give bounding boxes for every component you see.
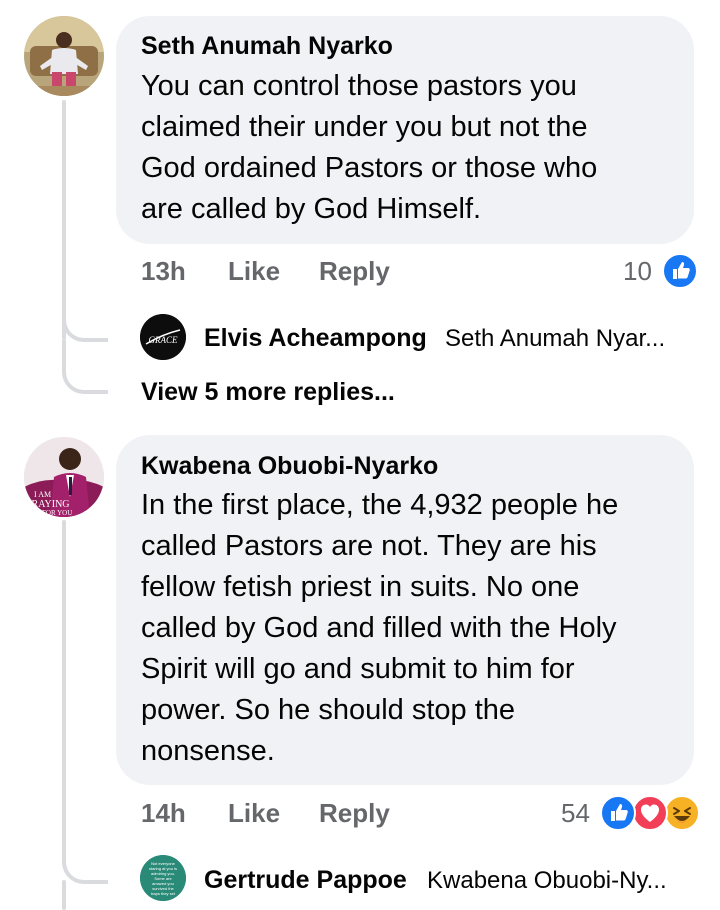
reply-avatar[interactable]: GRACE	[140, 314, 186, 360]
reply-button[interactable]: Reply	[319, 798, 390, 829]
thread-line-2-cont	[62, 880, 66, 910]
thread-elbow-1a	[62, 300, 108, 342]
like-button[interactable]: Like	[228, 256, 280, 287]
comment-line: nonsense.	[141, 735, 275, 767]
reply-snippet[interactable]: Seth Anumah Nyar...	[445, 325, 665, 353]
comment-text: In the first place, the 4,932 people he …	[141, 485, 686, 772]
comment-line: called by God and filled with the Holy	[141, 612, 617, 644]
comment-line: fellow fetish priest in suits. No one	[141, 571, 580, 603]
view-more-replies-link[interactable]: View 5 more replies...	[141, 378, 395, 407]
love-icon[interactable]	[632, 795, 668, 831]
grace-logo-text: GRACE	[149, 335, 178, 345]
comment-timestamp[interactable]: 14h	[141, 798, 186, 829]
thread-line-2	[62, 520, 66, 865]
avatar[interactable]: I AM PRAYING FOR YOU	[24, 437, 104, 517]
reply-author[interactable]: Elvis Acheampong	[204, 324, 427, 353]
comment-line: God ordained Pastors or those who	[141, 152, 598, 184]
reply-snippet[interactable]: Kwabena Obuobi-Ny...	[427, 867, 667, 895]
comment-line: You can control those pastors you	[141, 70, 577, 102]
reaction-count[interactable]: 54	[561, 798, 590, 829]
haha-icon[interactable]	[664, 795, 700, 831]
avatar-caption: traps they set	[151, 891, 176, 896]
like-icon[interactable]	[600, 795, 636, 831]
comment-text: You can control those pastors you claime…	[141, 66, 681, 230]
profile-photo-icon	[24, 16, 104, 96]
avatar-overlay-text: FOR YOU	[42, 509, 72, 517]
comment-line: In the first place, the 4,932 people he	[141, 489, 619, 521]
comment-author[interactable]: Seth Anumah Nyarko	[141, 32, 393, 61]
avatar-overlay-text: I AM	[34, 490, 51, 499]
comment-line: power. So he should stop the	[141, 694, 516, 726]
thread-elbow-1b	[62, 340, 108, 394]
reply-avatar[interactable]: Not everyone staring at you is admiring …	[140, 855, 186, 901]
profile-photo-icon: I AM PRAYING FOR YOU	[24, 437, 104, 517]
comment-line: claimed their under you but not the	[141, 111, 588, 143]
thread-elbow-2	[62, 830, 108, 884]
avatar[interactable]	[24, 16, 104, 96]
like-icon[interactable]	[662, 253, 698, 289]
comment-line: are called by God Himself.	[141, 193, 482, 225]
like-button[interactable]: Like	[228, 798, 280, 829]
comment-line: called Pastors are not. They are his	[141, 530, 597, 562]
comment-timestamp[interactable]: 13h	[141, 256, 186, 287]
reaction-count[interactable]: 10	[623, 256, 652, 287]
reply-author[interactable]: Gertrude Pappoe	[204, 866, 407, 895]
comment-author[interactable]: Kwabena Obuobi-Nyarko	[141, 452, 438, 481]
comment-line: Spirit will go and submit to him for	[141, 653, 575, 685]
reply-button[interactable]: Reply	[319, 256, 390, 287]
